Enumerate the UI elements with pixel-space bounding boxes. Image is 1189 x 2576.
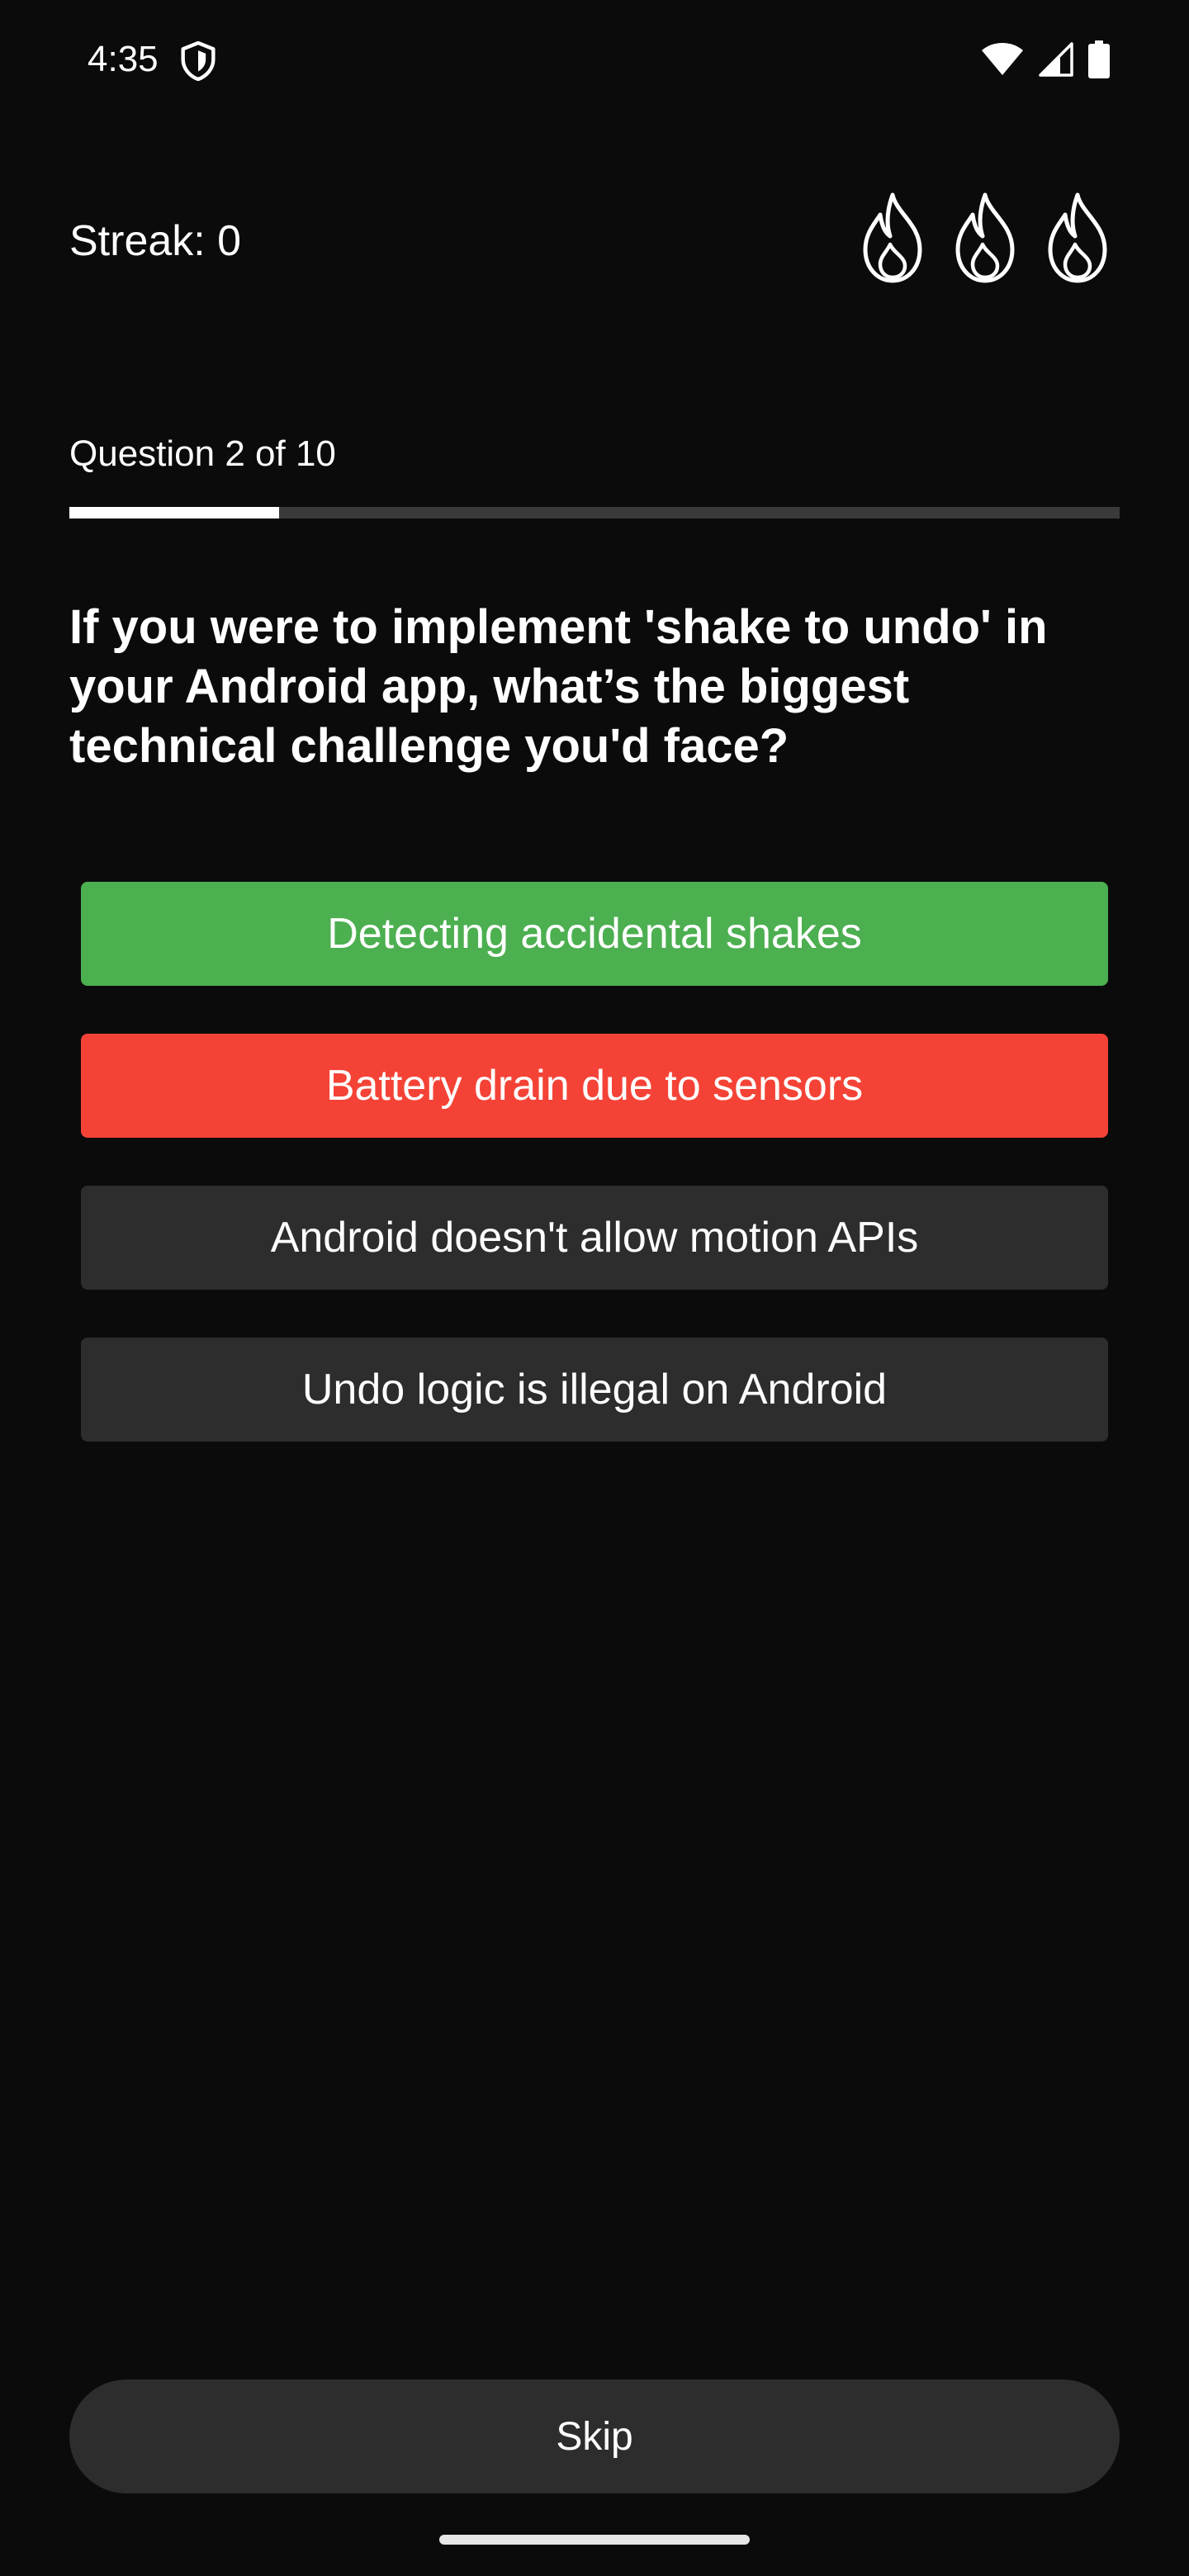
shield-icon xyxy=(181,41,216,81)
skip-label: Skip xyxy=(556,2414,633,2459)
skip-button[interactable]: Skip xyxy=(69,2379,1120,2493)
flame-icon xyxy=(955,192,1015,283)
status-icons xyxy=(981,40,1110,78)
answer-option-correct[interactable]: Detecting accidental shakes xyxy=(81,882,1108,986)
home-indicator[interactable] xyxy=(439,2535,750,2545)
status-bar: 4:35 xyxy=(0,0,1189,116)
answer-label: Detecting accidental shakes xyxy=(327,910,862,958)
answer-option[interactable]: Undo logic is illegal on Android xyxy=(81,1338,1108,1442)
wifi-icon xyxy=(982,43,1023,75)
answer-label: Battery drain due to sensors xyxy=(325,1062,864,1110)
question-text: If you were to implement 'shake to undo'… xyxy=(69,600,1048,773)
cellular-signal-icon xyxy=(1039,42,1073,77)
streak-counter: Streak: 0 xyxy=(69,217,242,265)
answer-option[interactable]: Android doesn't allow motion APIs xyxy=(81,1186,1108,1290)
quiz-progress-fill xyxy=(69,507,280,519)
flame-icon xyxy=(1048,192,1107,283)
question-counter: Question 2 of 10 xyxy=(69,433,336,474)
flame-icon xyxy=(863,192,922,283)
status-time: 4:35 xyxy=(88,39,159,79)
battery-icon xyxy=(1088,40,1110,78)
answer-label: Undo logic is illegal on Android xyxy=(301,1366,888,1413)
answer-label: Android doesn't allow motion APIs xyxy=(270,1214,919,1262)
lives-indicator xyxy=(860,192,1110,284)
quiz-progress-bar xyxy=(69,507,1120,519)
answer-option-incorrect[interactable]: Battery drain due to sensors xyxy=(81,1034,1108,1138)
answer-options: Detecting accidental shakes Battery drai… xyxy=(81,882,1108,1489)
